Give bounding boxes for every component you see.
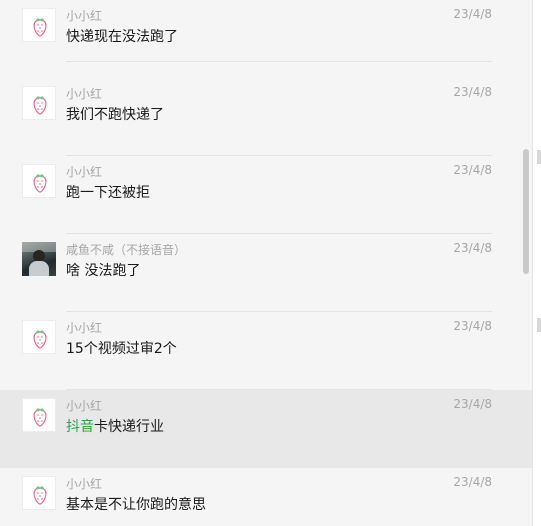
message-text: 跑一下还被拒 xyxy=(66,185,150,201)
message-time: 23/4/8 xyxy=(453,397,492,411)
message-text: 抖音卡快递行业 xyxy=(66,416,164,436)
strawberry-icon[interactable] xyxy=(22,8,56,42)
sender-name[interactable]: 小小红 xyxy=(66,7,102,24)
message-time: 23/4/8 xyxy=(453,241,492,255)
message-text: 快递现在没法跑了 xyxy=(66,29,178,45)
strawberry-icon[interactable] xyxy=(22,320,56,354)
strawberry-icon[interactable] xyxy=(22,476,56,510)
search-keyword-highlight: 抖音 xyxy=(66,419,94,435)
message-text: 我们不跑快递了 xyxy=(66,107,164,123)
edge-tick xyxy=(537,318,541,332)
message-item[interactable]: 小小红 23/4/8 跑一下还被拒 xyxy=(0,156,532,234)
message-text-rest: 卡快递行业 xyxy=(94,419,164,435)
photo-avatar[interactable] xyxy=(22,242,56,276)
sender-name[interactable]: 咸鱼不咸（不接语音） xyxy=(66,241,186,258)
strawberry-icon[interactable] xyxy=(22,398,56,432)
message-time: 23/4/8 xyxy=(453,319,492,333)
window-edge xyxy=(532,0,541,526)
avatar-photo-body xyxy=(29,261,49,276)
message-text: 基本是不让你跑的意思 xyxy=(66,497,206,513)
message-item[interactable]: 咸鱼不咸（不接语音） 23/4/8 啥 没法跑了 xyxy=(0,234,532,312)
message-item[interactable]: 小小红 23/4/8 快递现在没法跑了 xyxy=(0,0,532,62)
strawberry-icon[interactable] xyxy=(22,86,56,120)
message-text: 15个视频过审2个 xyxy=(66,341,177,357)
message-time: 23/4/8 xyxy=(453,85,492,99)
strawberry-icon[interactable] xyxy=(22,164,56,198)
sender-name[interactable]: 小小红 xyxy=(66,475,102,492)
message-time: 23/4/8 xyxy=(453,7,492,21)
sender-name[interactable]: 小小红 xyxy=(66,397,102,414)
message-item-highlighted[interactable]: 小小红 23/4/8 抖音卡快递行业 xyxy=(0,390,532,468)
message-list: 小小红 23/4/8 快递现在没法跑了 小小红 23/4/8 我们不跑快递了 小… xyxy=(0,0,532,526)
divider xyxy=(66,61,492,62)
chat-history-panel: 小小红 23/4/8 快递现在没法跑了 小小红 23/4/8 我们不跑快递了 小… xyxy=(0,0,541,526)
message-time: 23/4/8 xyxy=(453,163,492,177)
message-item[interactable]: 小小红 23/4/8 我们不跑快递了 xyxy=(0,78,532,156)
edge-tick xyxy=(537,150,541,164)
message-time: 23/4/8 xyxy=(453,475,492,489)
sender-name[interactable]: 小小红 xyxy=(66,319,102,336)
sender-name[interactable]: 小小红 xyxy=(66,163,102,180)
scrollbar-thumb[interactable] xyxy=(523,149,529,274)
sender-name[interactable]: 小小红 xyxy=(66,85,102,102)
message-text: 啥 没法跑了 xyxy=(66,263,141,279)
message-item[interactable]: 小小红 23/4/8 基本是不让你跑的意思 xyxy=(0,468,532,526)
message-item[interactable]: 小小红 23/4/8 15个视频过审2个 xyxy=(0,312,532,390)
